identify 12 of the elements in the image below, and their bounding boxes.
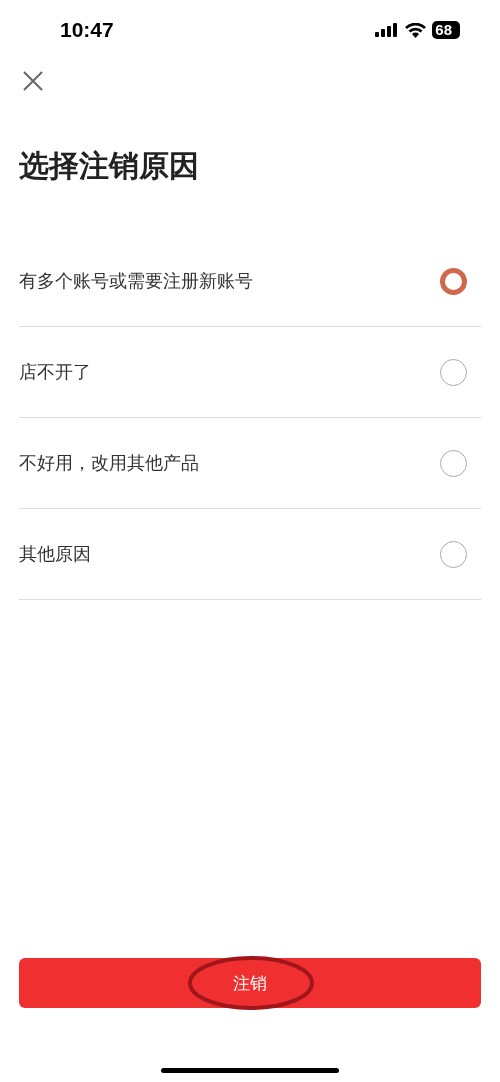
reason-option[interactable]: 不好用，改用其他产品 <box>19 418 481 509</box>
radio-button[interactable] <box>440 267 467 295</box>
close-button[interactable] <box>22 70 44 92</box>
page-title: 选择注销原因 <box>19 147 200 185</box>
wifi-icon <box>405 22 427 38</box>
status-time: 10:47 <box>60 18 114 42</box>
deactivate-button[interactable]: 注销 <box>19 958 481 1008</box>
signal-icon <box>375 23 400 37</box>
reason-option[interactable]: 店不开了 <box>19 327 481 418</box>
battery-level: 68 <box>432 21 460 39</box>
reason-option[interactable]: 其他原因 <box>19 509 481 600</box>
reason-option[interactable]: 有多个账号或需要注册新账号 <box>19 236 481 327</box>
